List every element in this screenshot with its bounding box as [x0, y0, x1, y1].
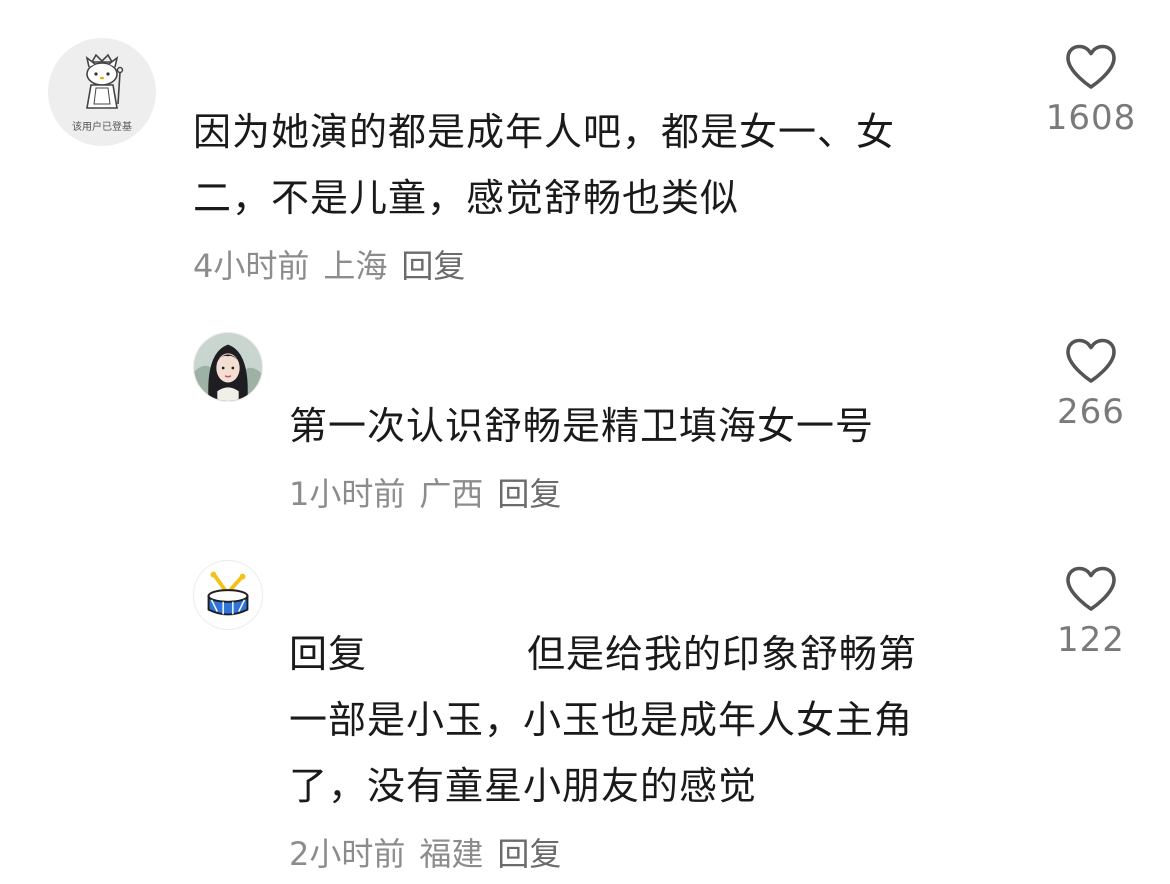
drum-icon [207, 571, 249, 616]
like-button[interactable]: 122 [1031, 566, 1151, 660]
comment-meta: 2小时前 福建 回复 [289, 834, 575, 874]
comment-text-continued: 但是给我的印象舒畅第 [527, 632, 918, 676]
like-count: 266 [1057, 392, 1125, 432]
comment-meta: 1小时前 广西 回复 [289, 474, 575, 514]
like-button[interactable]: 1608 [1031, 44, 1151, 138]
like-count: 122 [1057, 620, 1125, 660]
comment-time: 4小时前 [193, 247, 310, 285]
comment-location: 福建 [419, 835, 484, 873]
comment-text-line-2: 二，不是儿童，感觉舒畅也类似 [193, 176, 740, 220]
avatar[interactable] [193, 560, 263, 630]
heart-icon [1066, 44, 1116, 89]
reply-prefix: 回复 [289, 632, 368, 676]
heart-icon [1066, 338, 1116, 383]
girl-portrait-icon [194, 333, 262, 401]
comment-location: 广西 [419, 475, 484, 513]
reply-button[interactable]: 回复 [497, 475, 561, 513]
comment-location: 上海 [323, 247, 388, 285]
comment-text-line-1: 因为她演的都是成年人吧，都是女一、女 [193, 110, 896, 154]
heart-icon [1066, 566, 1116, 611]
comment-text-line-2: 一部是小玉，小玉也是成年人女主角 [289, 698, 914, 742]
comment-text-line-1: 第一次认识舒畅是精卫填海女一号 [289, 404, 875, 448]
comment-time: 1小时前 [289, 475, 406, 513]
comment-meta: 4小时前 上海 回复 [193, 246, 479, 286]
avatar[interactable]: 该用户已登基 [48, 38, 156, 146]
avatar-caption: 该用户已登基 [72, 121, 132, 133]
like-count: 1608 [1045, 98, 1137, 138]
reply-button[interactable]: 回复 [401, 247, 465, 285]
comment-time: 2小时前 [289, 835, 406, 873]
kitty-king-icon [85, 53, 124, 109]
like-button[interactable]: 266 [1031, 338, 1151, 432]
avatar[interactable] [193, 332, 263, 402]
comment-text-line-3: 了，没有童星小朋友的感觉 [289, 764, 758, 808]
comment-text-line-1: 回复 但是给我的印象舒畅第 [289, 621, 917, 687]
reply-button[interactable]: 回复 [497, 835, 561, 873]
